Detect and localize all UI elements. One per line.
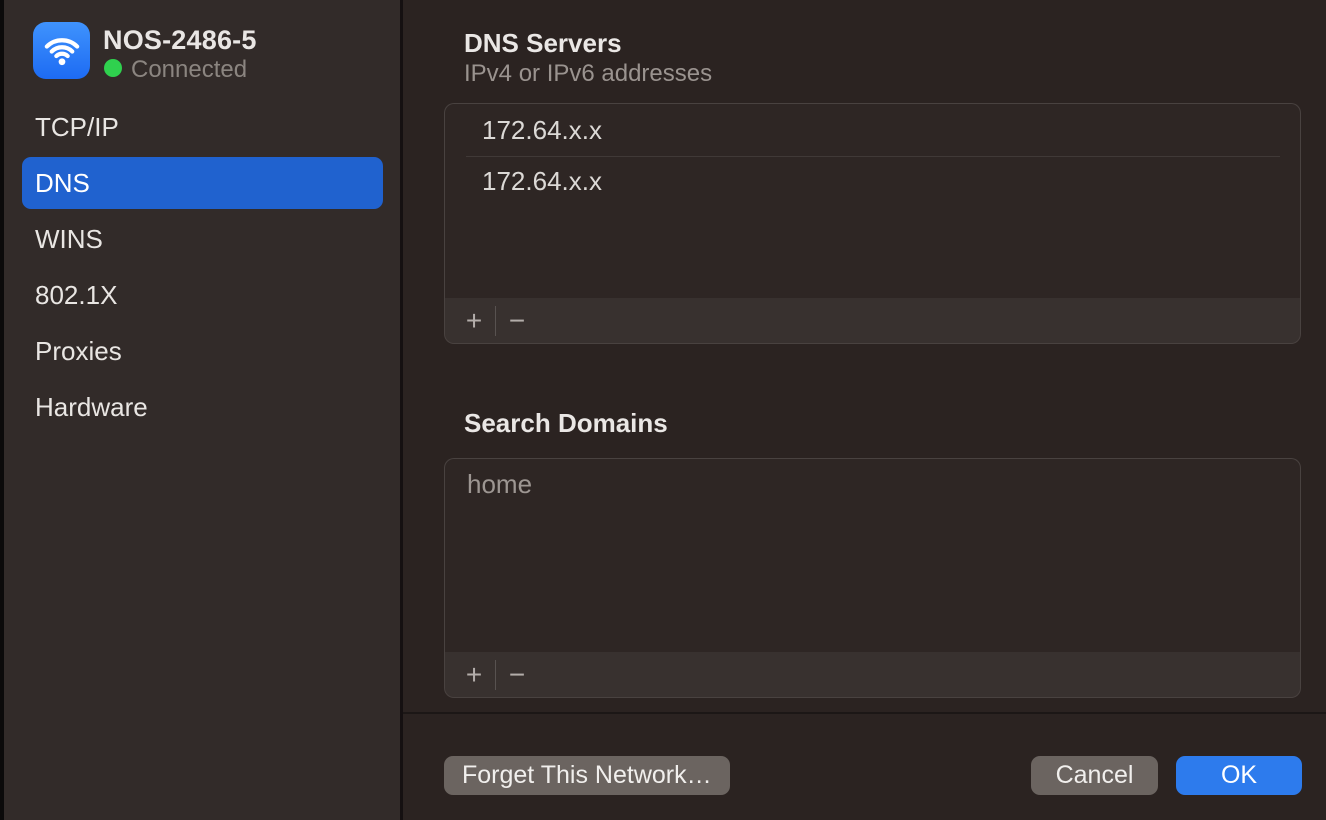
dns-servers-list: 172.64.x.x 172.64.x.x + − (444, 103, 1301, 344)
remove-dns-server-button[interactable]: − (496, 298, 538, 343)
search-domains-list: home + − (444, 458, 1301, 698)
connected-status-dot (104, 59, 122, 77)
add-dns-server-button[interactable]: + (453, 298, 495, 343)
dns-servers-list-toolbar: + − (445, 298, 1300, 343)
connected-status-label: Connected (131, 56, 247, 84)
dns-servers-subtitle: IPv4 or IPv6 addresses (464, 60, 712, 88)
sidebar-item-tcpip[interactable]: TCP/IP (22, 101, 383, 153)
sidebar-item-hardware[interactable]: Hardware (22, 381, 383, 433)
sidebar-item-proxies[interactable]: Proxies (22, 325, 383, 377)
sidebar-item-8021x[interactable]: 802.1X (22, 269, 383, 321)
forget-network-button[interactable]: Forget This Network… (444, 756, 730, 795)
network-name: NOS-2486-5 (103, 25, 257, 56)
search-domain-row[interactable]: home (445, 459, 1300, 509)
dns-server-row[interactable]: 172.64.x.x (445, 156, 1300, 206)
sidebar: NOS-2486-5 Connected TCP/IP DNS WINS 802… (4, 0, 400, 820)
dns-servers-title: DNS Servers (464, 28, 622, 59)
plus-icon: + (466, 305, 482, 337)
ok-button[interactable]: OK (1176, 756, 1302, 795)
footer-divider (403, 712, 1326, 714)
sidebar-nav: TCP/IP DNS WINS 802.1X Proxies Hardware (22, 101, 383, 437)
minus-icon: − (509, 305, 525, 337)
add-search-domain-button[interactable]: + (453, 652, 495, 697)
dns-settings-panel: DNS Servers IPv4 or IPv6 addresses 172.6… (403, 0, 1326, 820)
wifi-icon (33, 22, 90, 79)
remove-search-domain-button[interactable]: − (496, 652, 538, 697)
sidebar-item-dns[interactable]: DNS (22, 157, 383, 209)
search-domains-list-toolbar: + − (445, 652, 1300, 697)
plus-icon: + (466, 659, 482, 691)
dns-server-row[interactable]: 172.64.x.x (445, 104, 1300, 156)
minus-icon: − (509, 659, 525, 691)
sidebar-item-wins[interactable]: WINS (22, 213, 383, 265)
cancel-button[interactable]: Cancel (1031, 756, 1158, 795)
search-domains-title: Search Domains (464, 408, 668, 439)
